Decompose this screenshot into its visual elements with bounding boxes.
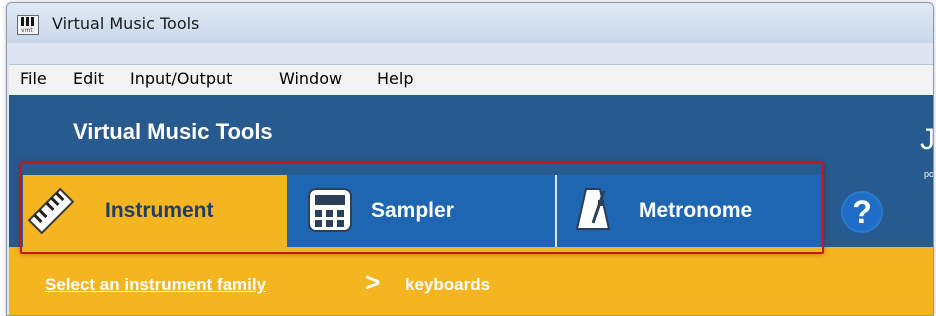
- menu-edit[interactable]: Edit: [73, 69, 104, 88]
- breadcrumb: Select an instrument family > keyboards: [9, 247, 933, 315]
- brand-logo-letter: J: [920, 123, 934, 156]
- menu-help[interactable]: Help: [377, 69, 413, 88]
- tabs-highlight-box: [20, 162, 824, 254]
- help-button[interactable]: ?: [841, 191, 883, 233]
- menu-bar: File Edit Input/Output Window Help: [9, 64, 933, 96]
- window-title: Virtual Music Tools: [52, 14, 200, 33]
- piano-keys-icon[interactable]: vmt: [17, 15, 39, 35]
- app-icon-caption: vmt: [21, 27, 33, 34]
- breadcrumb-link-instrument-family[interactable]: Select an instrument family: [45, 275, 266, 295]
- menu-window[interactable]: Window: [279, 69, 342, 88]
- app-title: Virtual Music Tools: [73, 119, 273, 144]
- breadcrumb-current: keyboards: [405, 275, 491, 294]
- menu-file[interactable]: File: [20, 69, 47, 88]
- app-window: vmt Virtual Music Tools File Edit Input/…: [6, 2, 934, 316]
- breadcrumb-separator: >: [365, 267, 381, 297]
- title-bar[interactable]: vmt Virtual Music Tools: [7, 3, 933, 43]
- menu-input-output[interactable]: Input/Output: [130, 69, 232, 88]
